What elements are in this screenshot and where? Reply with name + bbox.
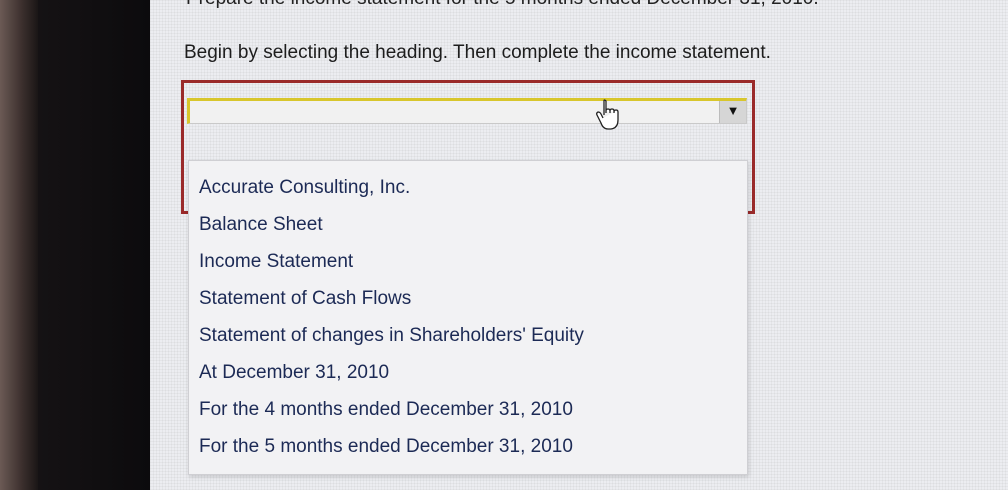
heading-select[interactable]: ▼ — [187, 98, 747, 124]
chevron-down-icon[interactable]: ▼ — [719, 101, 746, 123]
photo-background — [0, 0, 38, 490]
option-statement-of-changes-in-equity[interactable]: Statement of changes in Shareholders' Eq… — [189, 321, 747, 358]
option-accurate-consulting[interactable]: Accurate Consulting, Inc. — [189, 173, 747, 210]
instruction-text: Begin by selecting the heading. Then com… — [184, 42, 771, 63]
option-statement-of-cash-flows[interactable]: Statement of Cash Flows — [189, 284, 747, 321]
monitor-bezel — [38, 0, 150, 490]
option-at-december-31-2010[interactable]: At December 31, 2010 — [189, 358, 747, 395]
option-4-months-ended[interactable]: For the 4 months ended December 31, 2010 — [189, 395, 747, 432]
option-5-months-ended[interactable]: For the 5 months ended December 31, 2010 — [189, 432, 747, 469]
screen: Prepare the income statement for the 5 m… — [150, 0, 1008, 490]
option-income-statement[interactable]: Income Statement — [189, 247, 747, 284]
question-prompt: Prepare the income statement for the 5 m… — [186, 0, 819, 10]
heading-dropdown-list: Accurate Consulting, Inc. Balance Sheet … — [188, 160, 748, 475]
option-balance-sheet[interactable]: Balance Sheet — [189, 210, 747, 247]
hand-pointer-icon — [596, 99, 619, 130]
